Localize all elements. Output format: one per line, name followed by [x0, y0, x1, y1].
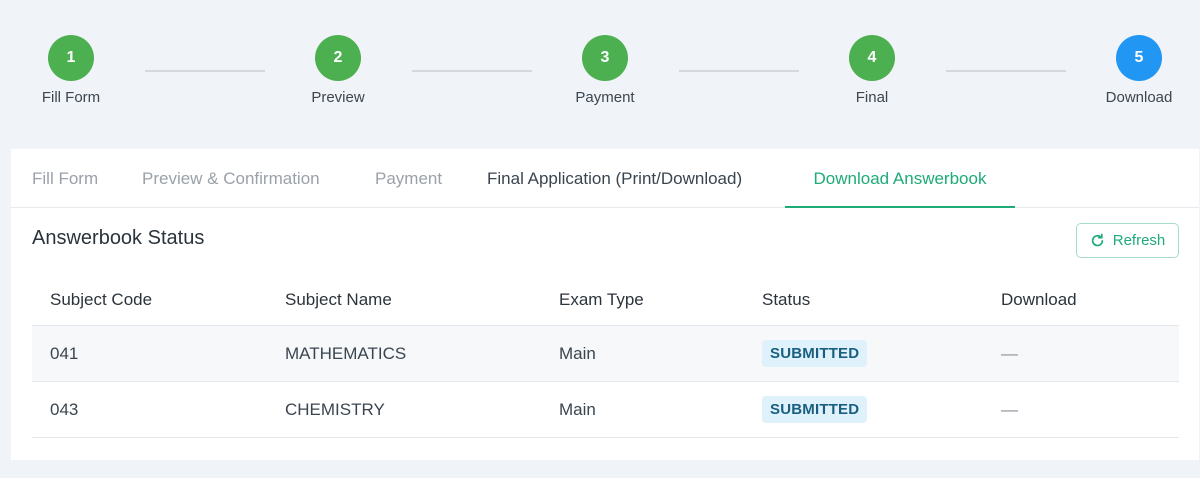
header-status: Status: [762, 289, 811, 309]
status-cell: SUBMITTED: [762, 382, 868, 437]
step-connector: [946, 70, 1066, 72]
table-header: Subject Code Subject Name Exam Type Stat…: [32, 274, 1179, 326]
subject-name: CHEMISTRY: [285, 399, 385, 419]
step-label: Download: [1105, 89, 1173, 106]
step-final: 4 Final: [802, 35, 942, 106]
step-number: 2: [315, 35, 361, 81]
answerbook-table: Subject Code Subject Name Exam Type Stat…: [32, 274, 1179, 438]
step-fill-form: 1 Fill Form: [1, 35, 141, 106]
step-number: 1: [48, 35, 94, 81]
download-placeholder: —: [1001, 343, 1018, 363]
header-download: Download: [1001, 289, 1077, 309]
exam-type: Main: [559, 399, 596, 419]
download-cell: —: [1001, 382, 1018, 437]
content-card: Fill Form Preview & Confirmation Payment…: [11, 149, 1199, 460]
header-subject-name: Subject Name: [285, 289, 392, 309]
header-subject-code: Subject Code: [50, 289, 153, 309]
table-row: 041 MATHEMATICS Main SUBMITTED —: [32, 326, 1179, 382]
table-row: 043 CHEMISTRY Main SUBMITTED —: [32, 382, 1179, 438]
subject-code: 043: [50, 399, 79, 419]
step-label: Final: [855, 89, 889, 106]
refresh-button[interactable]: Refresh: [1076, 223, 1179, 258]
step-label: Fill Form: [41, 89, 101, 106]
status-badge: SUBMITTED: [762, 340, 868, 367]
step-connector: [145, 70, 265, 72]
tab-payment[interactable]: Payment: [375, 149, 442, 208]
step-download: 5 Download: [1069, 35, 1200, 106]
tab-fill-form[interactable]: Fill Form: [32, 149, 98, 208]
step-number: 3: [582, 35, 628, 81]
status-cell: SUBMITTED: [762, 326, 868, 381]
tab-preview-confirmation[interactable]: Preview & Confirmation: [142, 149, 320, 208]
exam-type: Main: [559, 343, 596, 363]
download-placeholder: —: [1001, 399, 1018, 419]
download-cell: —: [1001, 326, 1018, 381]
refresh-icon: [1090, 233, 1105, 248]
subject-code: 041: [50, 343, 79, 363]
tab-bar: Fill Form Preview & Confirmation Payment…: [11, 149, 1199, 208]
step-connector: [412, 70, 532, 72]
header-exam-type: Exam Type: [559, 289, 644, 309]
step-label: Preview: [311, 89, 365, 106]
tab-final-application[interactable]: Final Application (Print/Download): [487, 149, 742, 208]
refresh-label: Refresh: [1112, 232, 1166, 249]
subject-name: MATHEMATICS: [285, 343, 407, 363]
step-preview: 2 Preview: [268, 35, 408, 106]
step-label: Payment: [575, 89, 635, 106]
step-payment: 3 Payment: [535, 35, 675, 106]
section-title: Answerbook Status: [32, 227, 205, 249]
step-connector: [679, 70, 799, 72]
tab-download-answerbook[interactable]: Download Answerbook: [785, 149, 1015, 208]
progress-stepper: 1 Fill Form 2 Preview 3 Payment 4 Final …: [0, 0, 1200, 148]
step-number: 4: [849, 35, 895, 81]
status-badge: SUBMITTED: [762, 396, 868, 423]
step-number: 5: [1116, 35, 1162, 81]
